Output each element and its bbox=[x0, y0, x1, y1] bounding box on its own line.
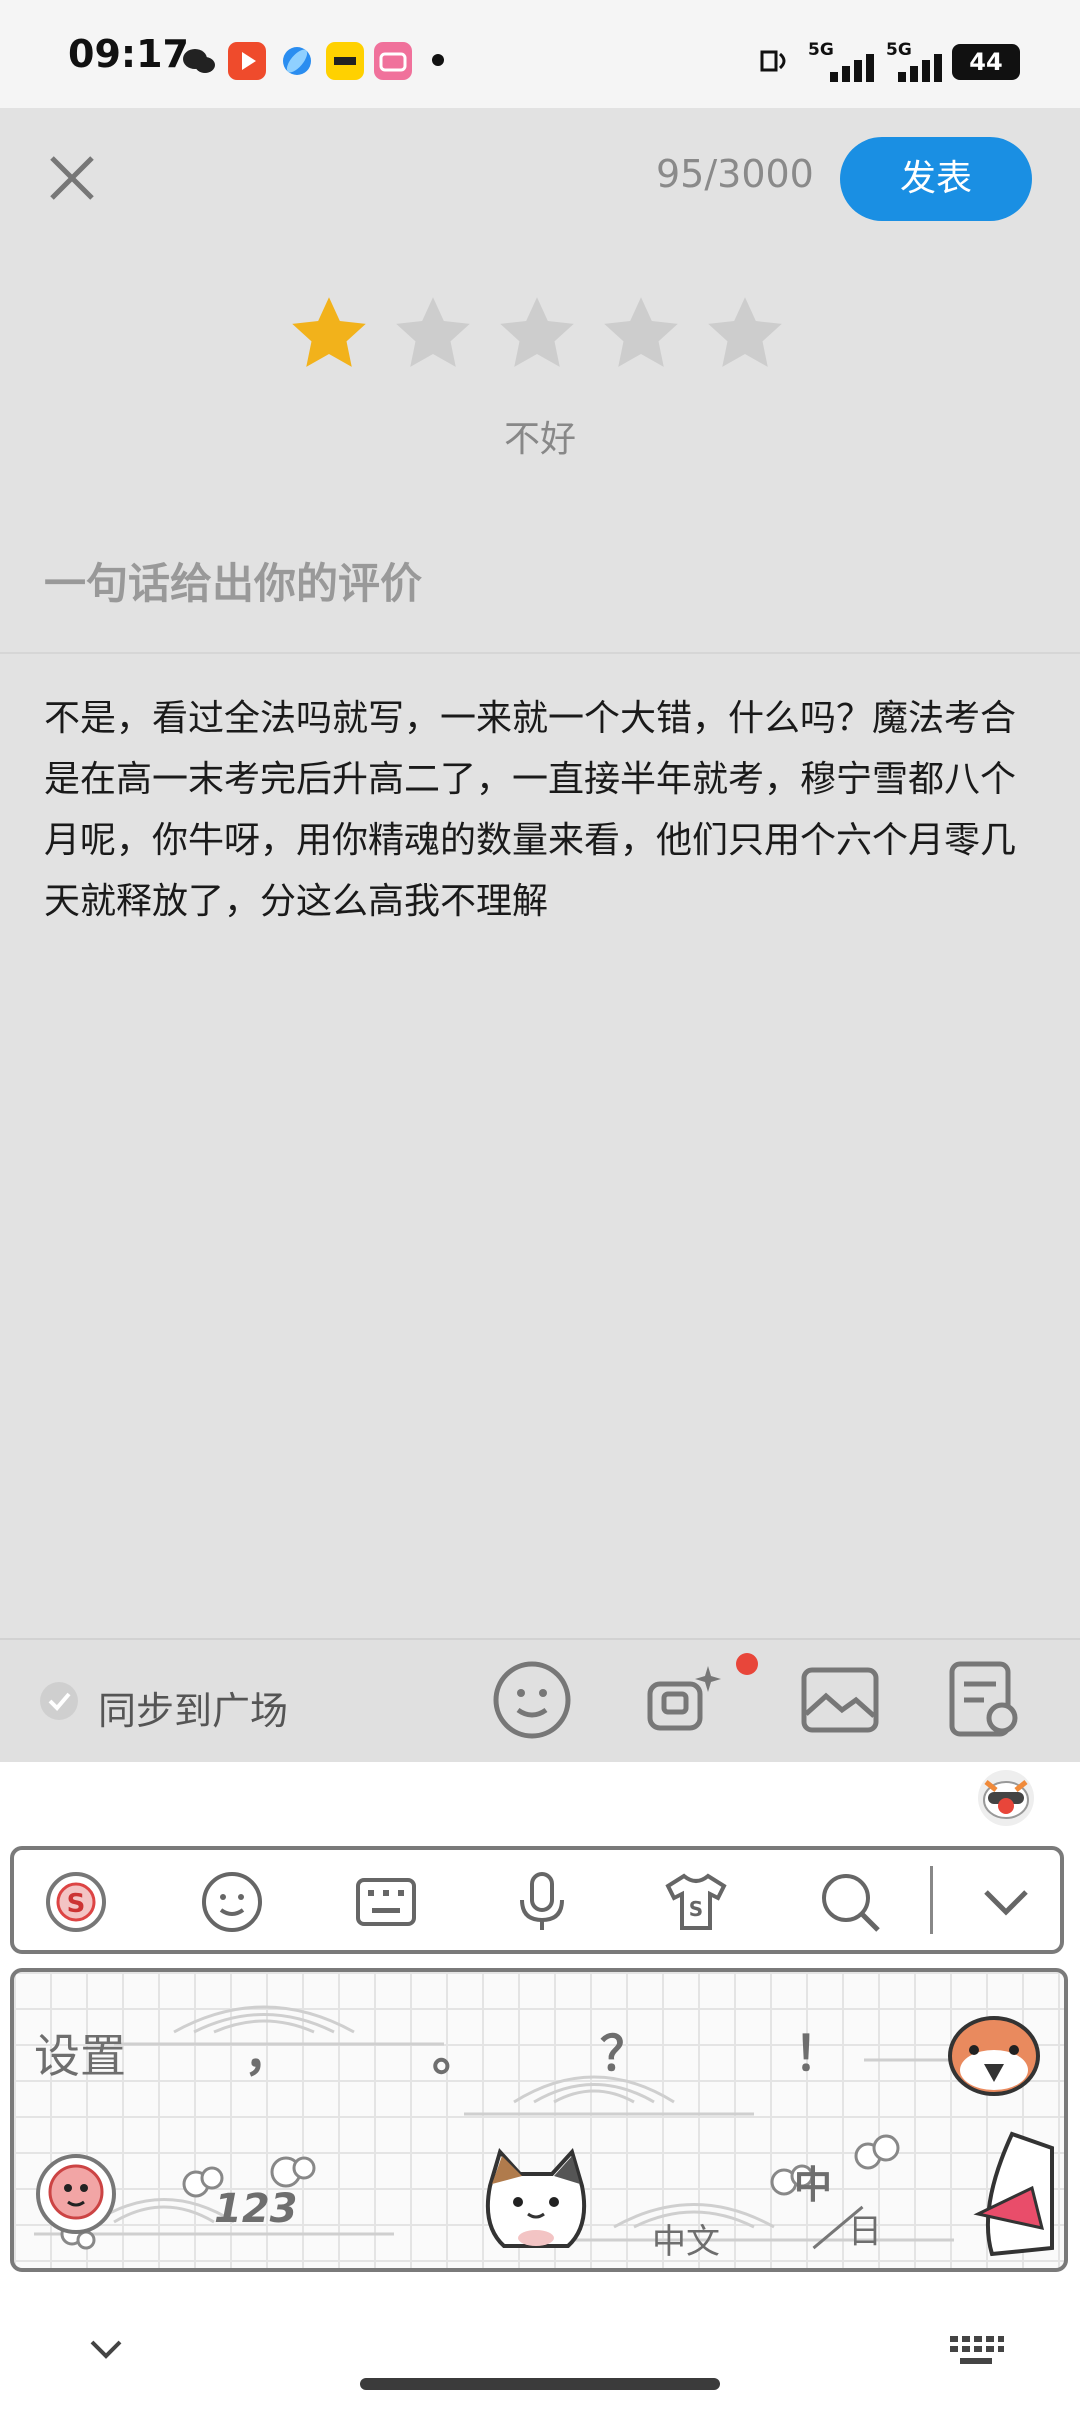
chevron-down-icon[interactable] bbox=[974, 1870, 1038, 1934]
signal-icon bbox=[828, 52, 880, 82]
star-2-icon[interactable] bbox=[391, 292, 475, 376]
octopus-sticker-icon[interactable] bbox=[34, 2152, 118, 2236]
comma-key[interactable]: ， bbox=[244, 2014, 292, 2084]
close-icon bbox=[50, 156, 94, 200]
keyboard-icon bbox=[950, 2336, 1004, 2364]
close-button[interactable] bbox=[44, 150, 100, 206]
home-indicator[interactable] bbox=[360, 2378, 720, 2390]
ai-image-icon[interactable] bbox=[644, 1660, 724, 1740]
divider bbox=[0, 652, 1080, 654]
number-key[interactable]: 123 bbox=[214, 2186, 298, 2232]
video-app-icon bbox=[228, 42, 266, 80]
language-key[interactable]: 中文 bbox=[652, 2214, 720, 2263]
char-counter: 95/3000 bbox=[656, 152, 814, 196]
sync-label[interactable]: 同步到广场 bbox=[98, 1680, 288, 1735]
star-4-icon[interactable] bbox=[599, 292, 683, 376]
bilibili-icon bbox=[374, 42, 412, 80]
bird-sticker-icon[interactable] bbox=[946, 2010, 1042, 2096]
note-icon[interactable] bbox=[944, 1660, 1024, 1740]
wechat-icon bbox=[180, 42, 218, 80]
chinese-key[interactable]: 中 bbox=[794, 2154, 832, 2209]
character-sticker-icon[interactable] bbox=[972, 2128, 1056, 2258]
toolbar-separator bbox=[930, 1866, 933, 1934]
image-icon[interactable] bbox=[800, 1660, 880, 1740]
more-notifications-icon bbox=[432, 54, 444, 66]
emoji-icon[interactable] bbox=[200, 1870, 264, 1934]
notification-dot bbox=[736, 1653, 758, 1675]
battery-icon: 44 bbox=[952, 44, 1020, 80]
skin-icon[interactable]: S bbox=[664, 1870, 728, 1934]
mascot-icon[interactable] bbox=[978, 1770, 1034, 1826]
exclaim-key[interactable]: ！ bbox=[794, 2014, 842, 2084]
microphone-icon[interactable] bbox=[510, 1870, 574, 1934]
search-icon[interactable] bbox=[818, 1870, 882, 1934]
review-text[interactable]: 不是，看过全法吗就写，一来就一个大错，什么吗？魔法考合是在高一末考完后升高二了，… bbox=[44, 688, 1044, 932]
brand-logo-icon[interactable]: S bbox=[44, 1870, 108, 1934]
keyboard-icon[interactable] bbox=[354, 1870, 418, 1934]
rating-label: 不好 bbox=[503, 419, 576, 460]
publish-button[interactable]: 发表 bbox=[840, 137, 1032, 221]
switch-keyboard-button[interactable] bbox=[948, 2332, 1004, 2368]
period-key[interactable]: 。 bbox=[432, 2014, 480, 2084]
meituan-icon bbox=[326, 42, 364, 80]
star-3-icon[interactable] bbox=[495, 292, 579, 376]
check-icon bbox=[48, 1692, 71, 1711]
star-1-icon[interactable] bbox=[287, 292, 371, 376]
review-prompt: 一句话给出你的评价 bbox=[44, 559, 423, 608]
cat-sticker-icon[interactable] bbox=[472, 2146, 600, 2256]
star-5-icon[interactable] bbox=[703, 292, 787, 376]
chevron-down-icon bbox=[90, 2340, 122, 2359]
hide-keyboard-button[interactable] bbox=[84, 2328, 128, 2372]
question-key[interactable]: ？ bbox=[600, 2014, 648, 2084]
signal-icon-2 bbox=[896, 52, 948, 82]
nfc-icon bbox=[756, 42, 794, 80]
settings-key[interactable]: 设置 bbox=[34, 2020, 126, 2086]
svg-text:S: S bbox=[67, 1889, 86, 1919]
sync-checkbox[interactable] bbox=[40, 1682, 78, 1720]
status-time: 09:17 bbox=[68, 32, 189, 76]
browser-app-icon bbox=[278, 42, 316, 80]
svg-text:S: S bbox=[689, 1897, 703, 1921]
emoji-icon[interactable] bbox=[492, 1660, 572, 1740]
